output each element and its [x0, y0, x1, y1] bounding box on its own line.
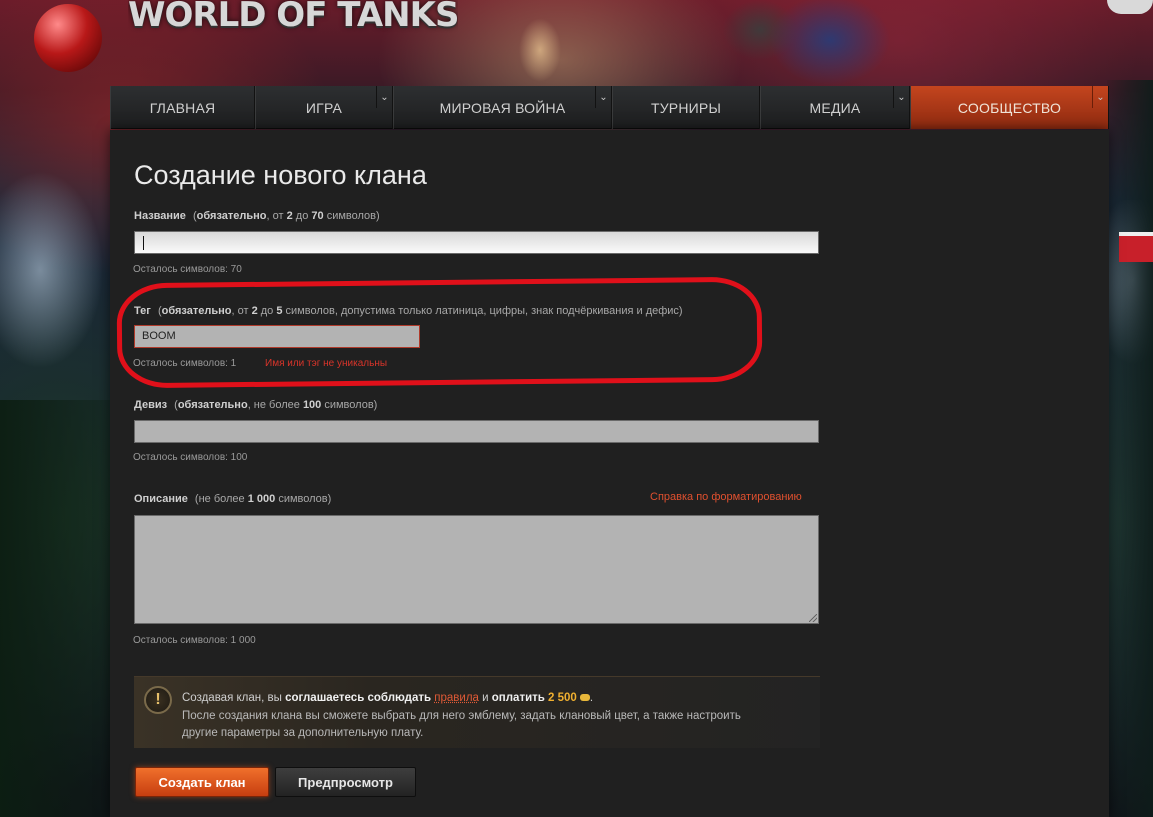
resize-handle-icon[interactable] [809, 614, 817, 622]
nav-item-label: МИРОВАЯ ВОЙНА [439, 99, 566, 116]
red-annotation-circle [116, 276, 763, 389]
santa-tank-artwork [720, 0, 890, 86]
notice-strong-text: соглашаетесь соблюдать [285, 692, 432, 704]
motto-field-label: Девиз (обязательно, не более 100 символо… [134, 399, 377, 411]
nav-item-label: ГЛАВНАЯ [149, 99, 216, 116]
gift-box-decoration [1119, 232, 1153, 262]
max-length: 70 [311, 210, 324, 222]
max-length: 100 [302, 399, 322, 411]
nav-item-world-war[interactable]: МИРОВАЯ ВОЙНА ⌄ [393, 86, 612, 129]
hint-text: символов) [321, 399, 378, 411]
nav-item-media[interactable]: МЕДИА ⌄ [760, 86, 910, 129]
max-length: 1 000 [247, 493, 276, 505]
chevron-down-icon[interactable]: ⌄ [376, 86, 392, 108]
chevron-down-icon[interactable]: ⌄ [1092, 86, 1108, 108]
nav-item-main[interactable]: ГЛАВНАЯ [110, 86, 255, 129]
notice-line-1: Создавая клан, вы соглашаетесь соблюдать… [182, 692, 593, 704]
name-field-label: Название (обязательно, от 2 до 70 символ… [134, 210, 380, 222]
hint-text: , не более [247, 399, 303, 411]
nav-item-label: СООБЩЕСТВО [957, 99, 1062, 116]
create-clan-button[interactable]: Создать клан [135, 767, 269, 797]
notice-text: и [478, 692, 492, 704]
red-bauble-ornament [34, 4, 102, 72]
description-counter: Осталось символов: 1 000 [133, 635, 256, 646]
site-logo[interactable]: WORLD OF TANKS [128, 0, 458, 36]
notice-text: . [589, 692, 594, 704]
nav-item-label: ТУРНИРЫ [650, 99, 722, 116]
name-label: Название [134, 210, 186, 222]
nav-item-tournaments[interactable]: ТУРНИРЫ [612, 86, 760, 129]
clan-name-input[interactable] [134, 231, 819, 254]
preview-button[interactable]: Предпросмотр [275, 767, 416, 797]
notice-strong-text: оплатить [491, 692, 545, 704]
hint-text: , от [266, 210, 287, 222]
clan-motto-input[interactable] [134, 420, 819, 443]
hint-text: символов) [323, 210, 380, 222]
required-text: обязательно [196, 210, 267, 222]
clan-description-textarea[interactable] [134, 515, 819, 624]
gold-coin-icon [579, 694, 590, 702]
christmas-tree-right [1107, 80, 1153, 817]
notice-line-3: другие параметры за дополнительную плату… [182, 727, 424, 739]
christmas-tree-top [510, 0, 570, 86]
required-text: обязательно [177, 399, 248, 411]
nav-item-community[interactable]: СООБЩЕСТВО ⌄ [910, 86, 1109, 129]
chevron-down-icon[interactable]: ⌄ [893, 86, 909, 108]
nav-item-game[interactable]: ИГРА ⌄ [255, 86, 393, 129]
page-title: Создание нового клана [134, 160, 427, 190]
hint-text: до [292, 210, 312, 222]
main-nav: ГЛАВНАЯ ИГРА ⌄ МИРОВАЯ ВОЙНА ⌄ ТУРНИРЫ М… [110, 86, 1109, 129]
description-label: Описание [134, 493, 188, 505]
chevron-down-icon[interactable]: ⌄ [595, 86, 611, 108]
description-field-label: Описание (не более 1 000 символов) [134, 493, 331, 505]
nav-item-label: ИГРА [305, 99, 343, 116]
hint-text: символов) [275, 493, 332, 505]
hint-text: (не более [194, 493, 248, 505]
rules-link[interactable]: правила [434, 692, 479, 704]
motto-label: Девиз [134, 399, 168, 411]
formatting-help-link[interactable]: Справка по форматированию [650, 491, 802, 503]
notice-text: Создавая клан, вы [182, 692, 286, 704]
price-value: 2 500 [544, 692, 577, 704]
white-bauble-ornament [1107, 0, 1153, 14]
exclamation-icon: ! [144, 686, 172, 714]
motto-counter: Осталось символов: 100 [133, 452, 248, 463]
notice-line-2: После создания клана вы сможете выбрать … [182, 710, 741, 722]
text-caret [143, 236, 144, 250]
christmas-tree-left [0, 400, 120, 817]
nav-item-label: МЕДИА [809, 99, 861, 116]
name-counter: Осталось символов: 70 [133, 264, 242, 275]
